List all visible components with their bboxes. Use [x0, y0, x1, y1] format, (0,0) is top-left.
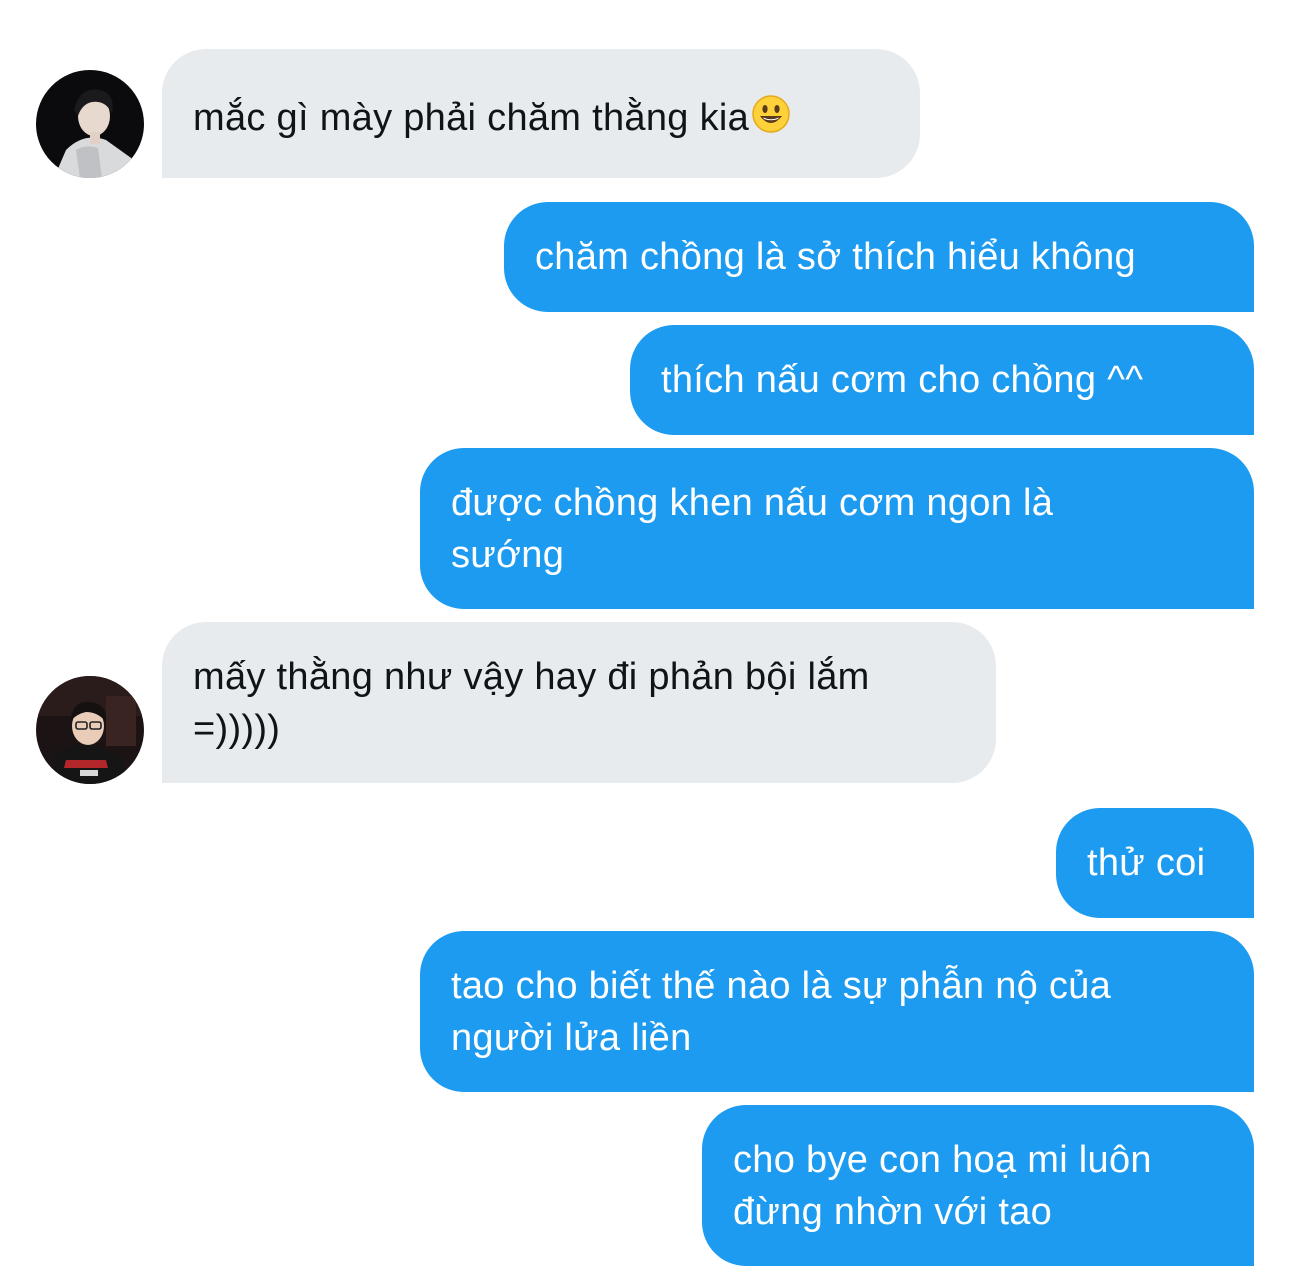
- sender-avatar[interactable]: [36, 676, 144, 784]
- message-text: thử coi: [1087, 842, 1206, 884]
- message-text: mắc gì mày phải chăm thằng kia: [193, 97, 750, 139]
- message-text: mấy thằng như vậy hay đi phản bội lắm =)…: [193, 656, 870, 750]
- incoming-message-bubble[interactable]: mấy thằng như vậy hay đi phản bội lắm =)…: [162, 622, 996, 783]
- outgoing-message-bubble[interactable]: thích nấu cơm cho chồng ^^: [630, 325, 1254, 435]
- outgoing-message-bubble[interactable]: tao cho biết thế nào là sự phẫn nộ của n…: [420, 931, 1254, 1092]
- sender-avatar[interactable]: [36, 70, 144, 178]
- avatar-photo-icon: [36, 70, 144, 178]
- message-text: chăm chồng là sở thích hiểu không: [535, 236, 1136, 278]
- avatar-photo-icon: [36, 676, 144, 784]
- outgoing-message-bubble[interactable]: thử coi: [1056, 808, 1254, 918]
- outgoing-message-bubble[interactable]: được chồng khen nấu cơm ngon là sướng: [420, 448, 1254, 609]
- outgoing-message-bubble[interactable]: chăm chồng là sở thích hiểu không: [504, 202, 1254, 312]
- message-text: tao cho biết thế nào là sự phẫn nộ của n…: [451, 965, 1112, 1059]
- message-text: thích nấu cơm cho chồng ^^: [661, 359, 1144, 401]
- message-text: được chồng khen nấu cơm ngon là sướng: [451, 482, 1054, 576]
- smiley-face-icon: [751, 94, 791, 148]
- incoming-message-bubble[interactable]: mắc gì mày phải chăm thằng kia: [162, 49, 920, 178]
- outgoing-message-bubble[interactable]: cho bye con hoạ mi luôn đừng nhờn với ta…: [702, 1105, 1254, 1266]
- message-text: cho bye con hoạ mi luôn đừng nhờn với ta…: [733, 1139, 1152, 1233]
